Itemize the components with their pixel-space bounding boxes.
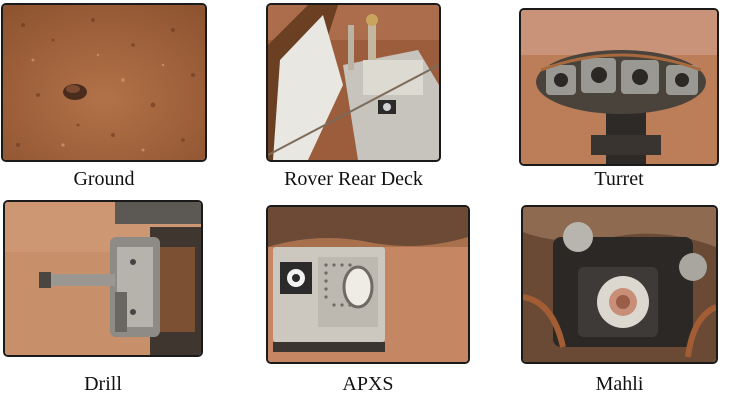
ground-caption: Ground [73,168,135,190]
mahli-image [523,207,716,362]
rover-rear-deck-image [268,5,439,160]
rover-rear-deck-caption: Rover Rear Deck [284,168,423,190]
ground-image [3,5,205,160]
apxs-image [268,207,468,362]
apxs-caption: APXS [342,373,394,395]
turret-image [521,10,717,164]
mahli-caption: Mahli [595,373,644,395]
drill-caption: Drill [84,373,122,395]
drill-image [5,202,201,355]
turret-caption: Turret [594,168,644,190]
